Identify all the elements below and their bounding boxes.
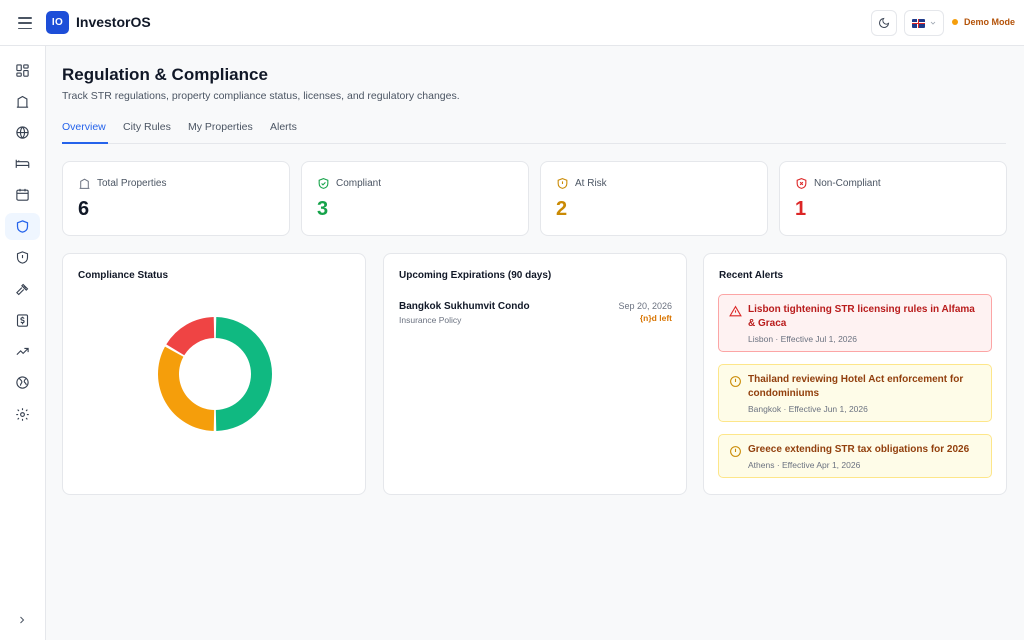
expiration-property-name: Bangkok Sukhumvit Condo <box>399 301 530 312</box>
dashboard-icon <box>16 64 29 77</box>
language-selector[interactable] <box>904 10 944 36</box>
alert-meta: Athens · Effective Apr 1, 2026 <box>748 460 861 470</box>
sidebar-item-compliance[interactable] <box>5 213 40 240</box>
upcoming-expirations-card: Upcoming Expirations (90 days) Bangkok S… <box>383 253 687 495</box>
bed-icon <box>15 159 30 168</box>
page-subtitle: Track STR regulations, property complian… <box>62 90 460 102</box>
sidebar-collapse-button[interactable] <box>14 612 30 628</box>
donut-slice-at-risk[interactable] <box>158 346 215 431</box>
sidebar-item-dashboard[interactable] <box>5 57 40 84</box>
expiration-days-left: {n}d left <box>639 313 672 323</box>
shield-alert-icon <box>557 178 568 189</box>
sidebar-item-markets[interactable] <box>5 119 40 146</box>
building-icon <box>16 95 29 108</box>
card-title: Recent Alerts <box>719 270 784 281</box>
warning-triangle-icon <box>729 305 742 317</box>
expiration-type: Insurance Policy <box>399 315 462 325</box>
gear-icon <box>16 408 29 421</box>
dollar-icon <box>16 314 29 327</box>
sidebar-item-analytics[interactable] <box>5 338 40 365</box>
stat-card-compliant: Compliant 3 <box>301 161 529 236</box>
chevron-down-icon <box>930 21 935 25</box>
shield-x-icon <box>796 178 807 189</box>
stat-label: Total Properties <box>97 178 167 189</box>
sidebar-item-global[interactable] <box>5 369 40 396</box>
sidebar <box>0 46 46 640</box>
tab-my-properties[interactable]: My Properties <box>188 121 253 133</box>
stat-value: 6 <box>78 198 90 220</box>
stat-value: 1 <box>795 198 807 220</box>
stat-card-non-compliant: Non-Compliant 1 <box>779 161 1007 236</box>
sidebar-item-bookings[interactable] <box>5 150 40 177</box>
shield-check-icon <box>318 178 329 189</box>
demo-mode-badge: Demo Mode <box>952 17 1015 27</box>
alert-title: Greece extending STR tax obligations for… <box>748 444 970 455</box>
globe-icon <box>16 126 29 139</box>
alert-item[interactable]: Lisbon tightening STR licensing rules in… <box>718 294 992 352</box>
app-logo[interactable]: IO <box>46 11 69 34</box>
top-bar: IO InvestorOS Demo Mode <box>0 0 1024 46</box>
moon-icon <box>879 17 890 28</box>
compliance-donut-chart <box>158 317 273 431</box>
stat-label: Compliant <box>336 178 382 189</box>
stat-card-total: Total Properties 6 <box>62 161 290 236</box>
alert-item[interactable]: Greece extending STR tax obligations for… <box>718 434 992 478</box>
alert-title: Thailand reviewing Hotel Act enforcement… <box>748 374 964 399</box>
alert-item[interactable]: Thailand reviewing Hotel Act enforcement… <box>718 364 992 422</box>
stat-value: 3 <box>317 198 329 220</box>
compliance-status-card: Compliance Status <box>62 253 366 495</box>
donut-slice-non-compliant[interactable] <box>166 317 215 356</box>
building-icon <box>79 178 90 189</box>
tab-bar: Overview City Rules My Properties Alerts <box>62 113 1006 144</box>
card-title: Compliance Status <box>78 270 169 281</box>
menu-icon[interactable] <box>16 14 34 32</box>
sidebar-item-finance[interactable] <box>5 307 40 334</box>
page-title: Regulation & Compliance <box>62 65 268 84</box>
app-name[interactable]: InvestorOS <box>76 14 151 30</box>
alert-circle-icon <box>730 376 741 387</box>
shield-icon <box>16 220 29 233</box>
tab-alerts[interactable]: Alerts <box>270 121 297 133</box>
uk-flag-icon <box>911 18 925 28</box>
sidebar-item-calendar[interactable] <box>5 181 40 208</box>
status-dot <box>952 19 958 25</box>
donut-slice-compliant[interactable] <box>215 317 273 431</box>
active-tab-indicator <box>62 142 108 144</box>
demo-mode-label: Demo Mode <box>964 17 1016 27</box>
shield-alert-icon <box>16 251 29 264</box>
world-icon <box>16 376 29 389</box>
stat-card-at-risk: At Risk 2 <box>540 161 768 236</box>
alert-meta: Lisbon · Effective Jul 1, 2026 <box>748 334 857 344</box>
tab-city-rules[interactable]: City Rules <box>123 121 171 133</box>
recent-alerts-card: Recent Alerts Lisbon tightening STR lice… <box>703 253 1007 495</box>
sidebar-item-maintenance[interactable] <box>5 276 40 303</box>
card-title: Upcoming Expirations (90 days) <box>399 270 552 281</box>
sidebar-item-settings[interactable] <box>5 401 40 428</box>
tab-overview[interactable]: Overview <box>62 121 106 133</box>
stat-label: At Risk <box>575 178 607 189</box>
trending-up-icon <box>16 347 29 356</box>
sidebar-item-security[interactable] <box>5 244 40 271</box>
sidebar-item-properties[interactable] <box>5 88 40 115</box>
alert-title: Lisbon tightening STR licensing rules in… <box>748 304 975 329</box>
alert-circle-icon <box>730 446 741 457</box>
chevron-right-icon <box>20 616 25 624</box>
hammer-icon <box>16 283 29 296</box>
calendar-icon <box>16 188 29 201</box>
alert-meta: Bangkok · Effective Jun 1, 2026 <box>748 404 868 414</box>
expiration-date: Sep 20, 2026 <box>618 301 672 311</box>
theme-toggle-button[interactable] <box>871 10 897 36</box>
stat-value: 2 <box>556 198 568 220</box>
stat-label: Non-Compliant <box>814 178 881 189</box>
